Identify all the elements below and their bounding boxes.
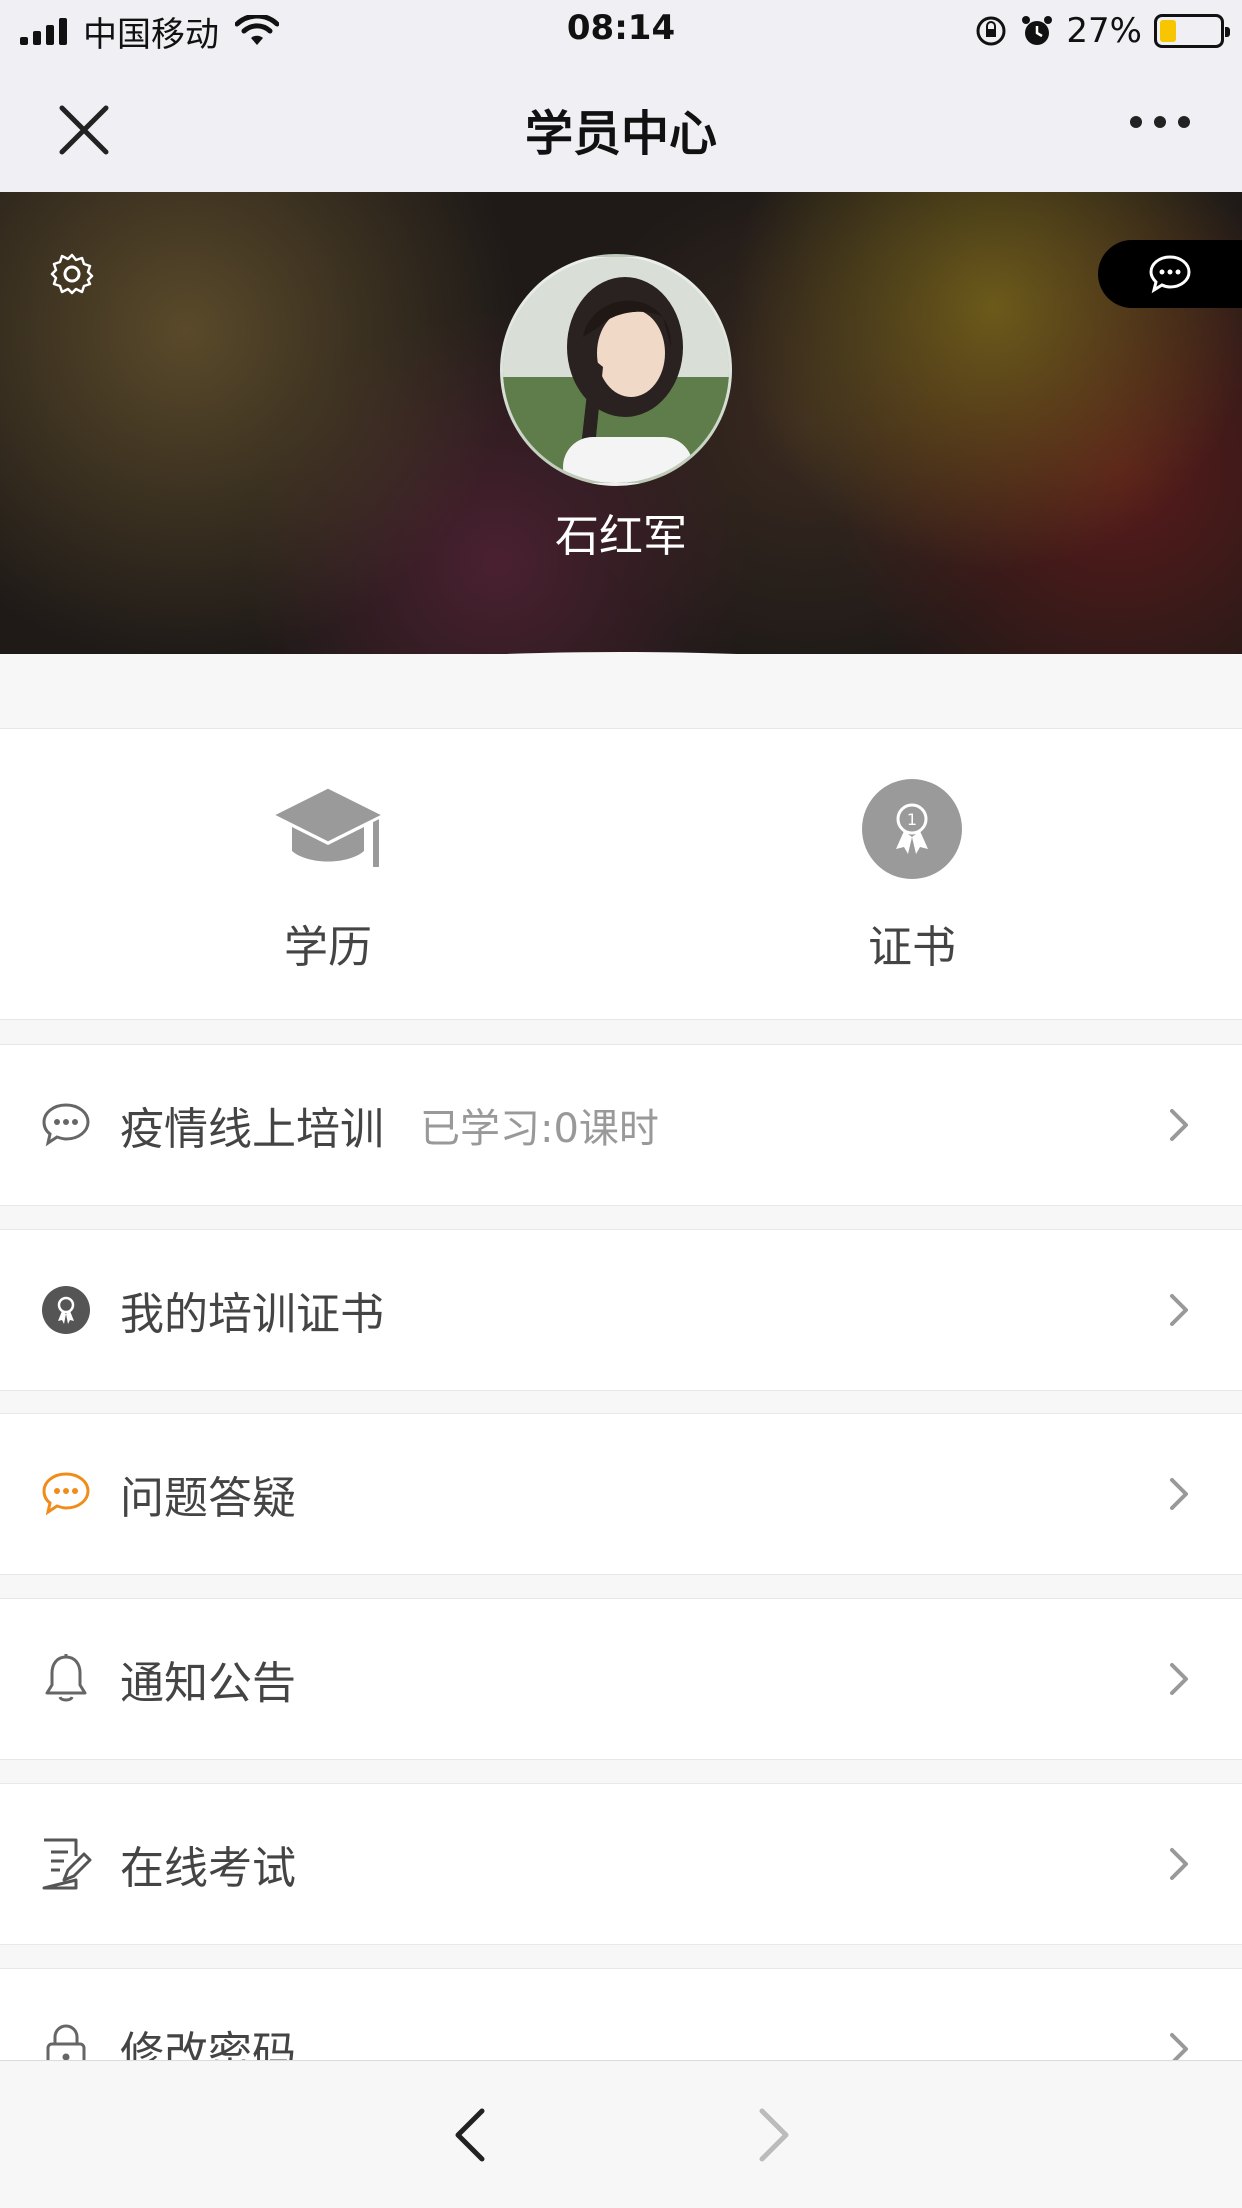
- tile-certificate[interactable]: 1 证书: [762, 777, 1062, 975]
- menu-item-qa[interactable]: 问题答疑: [0, 1413, 1242, 1575]
- chevron-right-icon: [1170, 1478, 1188, 1510]
- menu-item-online-exam[interactable]: 在线考试: [0, 1783, 1242, 1945]
- chat-bubble-icon: [38, 1097, 94, 1153]
- menu-item-notices[interactable]: 通知公告: [0, 1598, 1242, 1760]
- status-bar: 中国移动 08:14 27%: [0, 0, 1242, 62]
- certificate-badge-icon: 1: [762, 777, 1062, 881]
- battery-icon: [1154, 14, 1230, 48]
- chevron-right-icon: [1170, 1663, 1188, 1695]
- menu-item-sub: 已学习:0课时: [420, 1106, 659, 1152]
- chevron-right-icon: [1170, 1848, 1188, 1880]
- more-icon[interactable]: [1130, 116, 1190, 128]
- status-right: 27%: [974, 10, 1230, 52]
- rotation-lock-icon: [976, 16, 1006, 46]
- back-arrow-icon[interactable]: [448, 2105, 492, 2165]
- page-title: 学员中心: [524, 106, 717, 162]
- tile-education[interactable]: 学历: [178, 777, 478, 975]
- message-button[interactable]: [1098, 240, 1242, 308]
- menu-item-label: 问题答疑: [120, 1473, 296, 1524]
- menu-item-label: 在线考试: [120, 1843, 296, 1894]
- banner-curve: [0, 652, 1242, 654]
- chat-bubble-icon: [38, 1466, 94, 1522]
- forward-arrow-icon[interactable]: [752, 2105, 796, 2165]
- menu-item-my-certificates[interactable]: 我的培训证书: [0, 1229, 1242, 1391]
- certificate-badge-icon: [38, 1282, 94, 1338]
- graduation-cap-icon: [178, 777, 478, 881]
- tile-education-label: 学历: [284, 922, 372, 973]
- chat-bubble-icon: [1149, 255, 1191, 294]
- avatar-photo: [503, 257, 729, 483]
- menu-item-label: 我的培训证书: [120, 1289, 384, 1340]
- browser-toolbar: [0, 2060, 1242, 2208]
- user-name: 石红军: [555, 511, 687, 562]
- chevron-right-icon: [1170, 1294, 1188, 1326]
- battery-percent: 27%: [1066, 11, 1142, 51]
- gear-icon[interactable]: [50, 252, 94, 296]
- menu-item-label: 疫情线上培训: [120, 1104, 384, 1155]
- quick-tiles: 学历 1 证书: [0, 728, 1242, 1020]
- bell-icon: [38, 1651, 94, 1707]
- battery-fill: [1160, 20, 1176, 42]
- exam-paper-icon: [38, 1836, 94, 1892]
- tile-certificate-label: 证书: [868, 922, 956, 973]
- chevron-right-icon: [1170, 1109, 1188, 1141]
- svg-text:1: 1: [907, 810, 917, 829]
- profile-banner: 石红军: [0, 192, 1242, 654]
- menu-item-label: 通知公告: [120, 1658, 296, 1709]
- nav-bar: 学员中心: [0, 62, 1242, 192]
- menu-item-online-training[interactable]: 疫情线上培训 已学习:0课时: [0, 1044, 1242, 1206]
- alarm-icon: [1022, 16, 1053, 45]
- avatar[interactable]: [500, 254, 732, 486]
